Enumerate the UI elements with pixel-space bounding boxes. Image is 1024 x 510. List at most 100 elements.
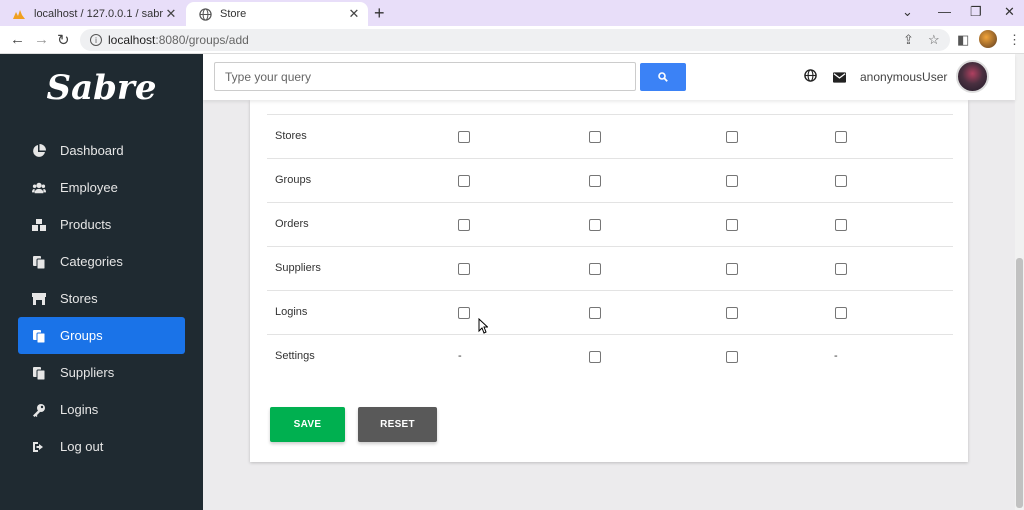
app-logo[interactable]: Sabre <box>0 68 203 108</box>
permission-label: Groups <box>275 174 312 186</box>
key-icon <box>32 403 46 417</box>
sidebar-item-label: Logins <box>60 402 99 417</box>
copy-icon <box>32 255 46 269</box>
sidebar-item-label: Employee <box>60 180 118 195</box>
sidebar-item-products[interactable]: Products <box>18 206 185 243</box>
permission-checkbox[interactable] <box>589 131 601 143</box>
permission-checkbox[interactable] <box>589 175 601 187</box>
tab-title: localhost / 127.0.0.1 / sabredb / c <box>34 8 163 20</box>
permission-checkbox[interactable] <box>458 175 470 187</box>
permission-label: Suppliers <box>275 262 321 274</box>
back-icon[interactable]: ← <box>10 31 25 48</box>
user-avatar[interactable] <box>956 60 989 93</box>
reload-icon[interactable]: ↻ <box>57 31 70 49</box>
sidebar-item-label: Log out <box>60 439 104 454</box>
permission-checkbox[interactable] <box>589 307 601 319</box>
top-header: anonymousUser <box>203 54 1015 100</box>
group-permissions-card: Stores Groups Orders Suppliers Logins Se… <box>250 100 968 462</box>
permission-label: Stores <box>275 130 307 142</box>
permission-label: Orders <box>275 218 309 230</box>
side-panel-icon[interactable]: ◧ <box>957 32 969 48</box>
permission-checkbox[interactable] <box>835 263 847 275</box>
username[interactable]: anonymousUser <box>860 70 947 84</box>
permission-checkbox[interactable] <box>726 175 738 187</box>
permission-checkbox[interactable] <box>726 307 738 319</box>
sidebar-item-label: Groups <box>60 328 103 343</box>
browser-profile-avatar[interactable] <box>979 30 997 48</box>
sidebar-item-label: Products <box>60 217 112 232</box>
permission-label: Settings <box>275 350 315 362</box>
permission-checkbox[interactable] <box>835 307 847 319</box>
phpmyadmin-icon <box>12 7 26 21</box>
minimize-icon[interactable]: — <box>938 4 951 19</box>
save-button[interactable]: SAVE <box>270 407 345 442</box>
sidebar-item-stores[interactable]: Stores <box>18 280 185 317</box>
permission-checkbox[interactable] <box>726 131 738 143</box>
copy-icon <box>32 366 46 380</box>
permission-checkbox[interactable] <box>589 351 601 363</box>
permission-checkbox[interactable] <box>589 263 601 275</box>
copy-icon <box>32 329 46 343</box>
sidebar-item-logout[interactable]: Log out <box>18 428 185 465</box>
permission-checkbox[interactable] <box>458 263 470 275</box>
pie-chart-icon <box>32 143 46 158</box>
permission-checkbox[interactable] <box>835 175 847 187</box>
search-input[interactable] <box>214 62 636 91</box>
envelope-icon[interactable] <box>833 70 847 84</box>
permission-row-stores: Stores <box>267 114 953 158</box>
close-window-icon[interactable]: ✕ <box>1004 4 1015 20</box>
bookmark-star-icon[interactable]: ☆ <box>928 32 940 48</box>
close-tab-icon[interactable]: ✕ <box>163 6 179 22</box>
sidebar-item-categories[interactable]: Categories <box>18 243 185 280</box>
new-tab-icon[interactable]: + <box>374 3 385 24</box>
sidebar-item-groups[interactable]: Groups <box>18 317 185 354</box>
search-button[interactable] <box>640 63 686 91</box>
mouse-pointer-icon <box>478 318 488 334</box>
info-icon[interactable]: i <box>90 34 102 46</box>
permission-checkbox[interactable] <box>458 131 470 143</box>
sidebar: Sabre Dashboard Employee Products Catego… <box>0 54 203 510</box>
store-icon <box>32 292 46 306</box>
sidebar-item-label: Categories <box>60 254 123 269</box>
permission-label: Logins <box>275 306 308 318</box>
not-applicable-dash: - <box>458 350 462 362</box>
url-host: localhost <box>108 33 156 47</box>
globe-icon <box>198 7 212 21</box>
permission-row-logins: Logins <box>267 290 953 334</box>
address-bar[interactable]: i localhost :8080/groups/add <box>80 29 950 51</box>
boxes-icon <box>32 218 46 232</box>
browser-menu-icon[interactable]: ⋮ <box>1008 32 1021 48</box>
permission-checkbox[interactable] <box>726 263 738 275</box>
permission-checkbox[interactable] <box>458 219 470 231</box>
browser-tab-phpmyadmin[interactable]: localhost / 127.0.0.1 / sabredb / c ✕ <box>0 2 185 26</box>
permission-checkbox[interactable] <box>835 131 847 143</box>
permission-row-suppliers: Suppliers <box>267 246 953 290</box>
page-scrollbar-thumb[interactable] <box>1016 258 1023 508</box>
tab-title: Store <box>220 8 247 20</box>
permission-row-groups: Groups <box>267 158 953 202</box>
sidebar-item-dashboard[interactable]: Dashboard <box>18 132 185 169</box>
permission-row-orders: Orders <box>267 202 953 246</box>
sidebar-item-logins[interactable]: Logins <box>18 391 185 428</box>
browser-toolbar: ← → ↻ i localhost :8080/groups/add ⇪ ☆ ◧… <box>0 26 1024 54</box>
users-icon <box>32 181 46 195</box>
sidebar-item-employee[interactable]: Employee <box>18 169 185 206</box>
url-path: :8080/groups/add <box>155 33 249 47</box>
browser-tab-store[interactable]: Store ✕ <box>186 2 368 26</box>
tab-search-icon[interactable]: ⌄ <box>902 4 913 20</box>
permission-checkbox[interactable] <box>835 219 847 231</box>
close-tab-icon[interactable]: ✕ <box>346 6 362 22</box>
share-icon[interactable]: ⇪ <box>903 32 914 48</box>
reset-button[interactable]: RESET <box>358 407 437 442</box>
globe-icon[interactable] <box>804 69 818 83</box>
permission-checkbox[interactable] <box>726 351 738 363</box>
permission-checkbox[interactable] <box>726 219 738 231</box>
search-icon <box>658 72 668 82</box>
forward-icon[interactable]: → <box>34 31 49 48</box>
sidebar-item-suppliers[interactable]: Suppliers <box>18 354 185 391</box>
restore-icon[interactable]: ❐ <box>970 4 982 20</box>
permission-row-settings: Settings - - <box>267 334 953 378</box>
sidebar-item-label: Suppliers <box>60 365 115 380</box>
permission-checkbox[interactable] <box>458 307 470 319</box>
permission-checkbox[interactable] <box>589 219 601 231</box>
